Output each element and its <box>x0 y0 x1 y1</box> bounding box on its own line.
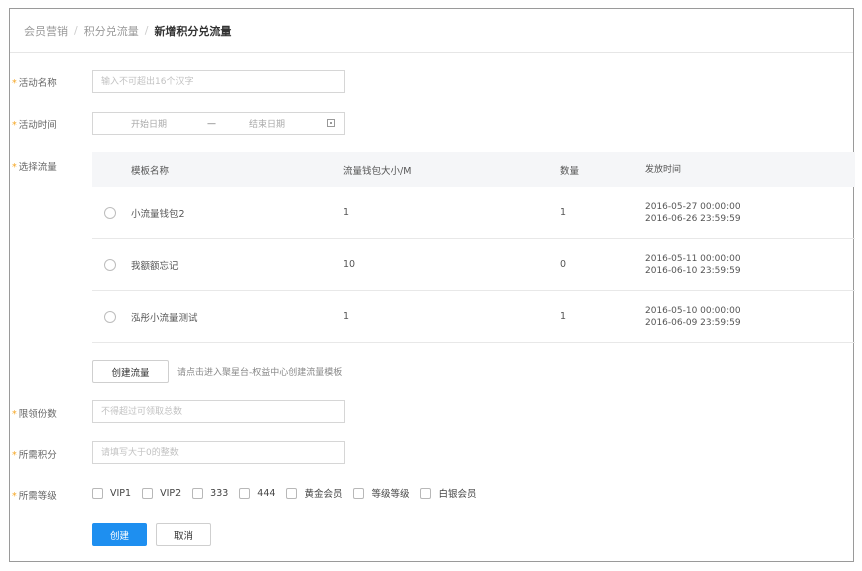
breadcrumb-separator: / <box>144 24 149 37</box>
start-date-input[interactable]: 开始日期 <box>131 117 167 130</box>
level-option-label: 444 <box>257 487 276 499</box>
template-name-cell: 我额额忘记 <box>131 260 179 272</box>
level-option-silver-member[interactable]: 白银会员 <box>420 486 476 500</box>
points-needed-input[interactable] <box>93 442 344 463</box>
column-header-wallet-size: 流量钱包大小/M <box>343 165 412 177</box>
breadcrumb-points-for-flow[interactable]: 积分兑流量 <box>84 23 139 39</box>
select-flow-label: * 选择流量 <box>12 159 57 173</box>
wallet-size-cell: 1 <box>343 207 350 218</box>
required-mark: * <box>12 491 17 502</box>
cancel-button[interactable]: 取消 <box>156 523 211 546</box>
create-flow-button[interactable]: 创建流量 <box>92 360 169 383</box>
checkbox[interactable] <box>142 487 154 499</box>
level-option-333[interactable]: 333 <box>192 487 229 499</box>
count-cell: 1 <box>560 311 567 322</box>
flow-template-table: 模板名称 流量钱包大小/M 数量 发放时间 小流量钱包2 1 1 2016-05… <box>92 152 855 343</box>
column-header-count: 数量 <box>560 165 580 177</box>
activity-time-label: * 活动时间 <box>12 117 57 131</box>
level-option-label: 333 <box>210 487 229 499</box>
level-needed-label-text: 所需等级 <box>18 491 57 502</box>
points-needed-label: * 所需积分 <box>12 447 57 461</box>
table-row[interactable]: 小流量钱包2 1 1 2016-05-27 00:00:00 2016-06-2… <box>92 187 855 239</box>
breadcrumb: 会员营销 / 积分兑流量 / 新增积分兑流量 <box>10 9 853 53</box>
checkbox[interactable] <box>92 487 103 499</box>
checkbox[interactable] <box>286 487 298 499</box>
column-header-template-name: 模板名称 <box>131 165 170 177</box>
required-mark: * <box>12 409 17 420</box>
level-option-label: VIP2 <box>160 487 182 499</box>
table-header: 模板名称 流量钱包大小/M 数量 发放时间 <box>92 152 855 187</box>
column-header-issue-time-text: 发放时间 <box>645 164 682 175</box>
level-option-gold-member[interactable]: 黄金会员 <box>286 486 342 500</box>
issue-time-start: 2016-05-27 00:00:00 <box>645 201 741 212</box>
level-option-444[interactable]: 444 <box>239 487 276 499</box>
level-option-label: 等级等级 <box>371 489 410 500</box>
issue-time-cell: 2016-05-27 00:00:00 2016-06-26 23:59:59 <box>645 187 741 238</box>
table-row[interactable]: 我额额忘记 10 0 2016-05-11 00:00:00 2016-06-1… <box>92 239 855 291</box>
issue-time-end: 2016-06-26 23:59:59 <box>645 213 741 224</box>
checkbox[interactable] <box>420 487 432 499</box>
points-needed-field[interactable] <box>92 441 345 464</box>
issue-time-start: 2016-05-11 00:00:00 <box>645 253 741 264</box>
level-option-label: VIP1 <box>110 487 132 499</box>
page-frame: 会员营销 / 积分兑流量 / 新增积分兑流量 *活动名称 *活动时间 开始日期 … <box>9 8 855 562</box>
create-flow-hint: 请点击进入聚星台-权益中心创建流量模板 <box>177 368 343 378</box>
create-button[interactable]: 创建 <box>92 523 147 546</box>
level-option-vip2[interactable]: VIP2 <box>142 487 182 499</box>
issue-time-end: 2016-06-09 23:59:59 <box>645 317 741 328</box>
activity-name-label: * 活动名称 <box>12 75 57 89</box>
checkbox[interactable] <box>239 487 251 499</box>
breadcrumb-member-marketing[interactable]: 会员营销 <box>24 23 68 39</box>
level-option-level-level[interactable]: 等级等级 <box>353 486 409 500</box>
required-mark: * <box>12 78 17 89</box>
date-range-separator: — <box>207 118 216 129</box>
required-mark: * <box>12 162 17 173</box>
wallet-size-cell: 1 <box>343 311 350 322</box>
activity-name-input[interactable] <box>93 71 344 92</box>
limit-count-label-text: 限领份数 <box>18 409 57 420</box>
row-radio[interactable] <box>104 207 116 219</box>
issue-time-start: 2016-05-10 00:00:00 <box>645 305 741 316</box>
end-date-input[interactable]: 结束日期 <box>249 117 285 130</box>
count-cell: 1 <box>560 207 567 218</box>
template-name-cell: 小流量钱包2 <box>131 208 185 220</box>
activity-name-label-text: 活动名称 <box>18 78 57 89</box>
select-flow-label-text: 选择流量 <box>18 162 57 173</box>
level-option-vip1[interactable]: VIP1 <box>92 487 132 499</box>
wallet-size-cell: 10 <box>343 259 356 270</box>
date-range-picker[interactable]: 开始日期 — 结束日期 <box>92 112 345 135</box>
row-radio[interactable] <box>104 259 116 271</box>
issue-time-end: 2016-06-10 23:59:59 <box>645 265 741 276</box>
points-needed-label-text: 所需积分 <box>18 450 57 461</box>
issue-time-cell: 2016-05-10 00:00:00 2016-06-09 23:59:59 <box>645 291 741 342</box>
column-header-issue-time: 发放时间 <box>645 152 681 187</box>
limit-count-input[interactable] <box>93 401 344 422</box>
limit-count-field[interactable] <box>92 400 345 423</box>
count-cell: 0 <box>560 259 567 270</box>
activity-name-field[interactable] <box>92 70 345 93</box>
table-row[interactable]: 泓彤小流量测试 1 1 2016-05-10 00:00:00 2016-06-… <box>92 291 855 343</box>
level-option-label: 白银会员 <box>438 489 477 500</box>
checkbox[interactable] <box>353 487 365 499</box>
issue-time-cell: 2016-05-11 00:00:00 2016-06-10 23:59:59 <box>645 239 741 290</box>
level-option-label: 黄金会员 <box>304 489 343 500</box>
level-needed-label: * 所需等级 <box>12 488 57 502</box>
required-mark: * <box>12 450 17 461</box>
checkbox[interactable] <box>192 487 204 499</box>
level-checkbox-group: VIP1 VIP2 333 444 黄金会员 等级等级 白银会员 <box>92 483 487 503</box>
limit-count-label: * 限领份数 <box>12 406 57 420</box>
row-radio[interactable] <box>104 311 116 323</box>
required-mark: * <box>12 120 17 131</box>
template-name-cell: 泓彤小流量测试 <box>131 312 198 324</box>
page-title: 新增积分兑流量 <box>154 24 232 38</box>
breadcrumb-separator: / <box>74 24 78 37</box>
calendar-icon[interactable] <box>327 119 335 127</box>
activity-time-label-text: 活动时间 <box>18 120 57 131</box>
